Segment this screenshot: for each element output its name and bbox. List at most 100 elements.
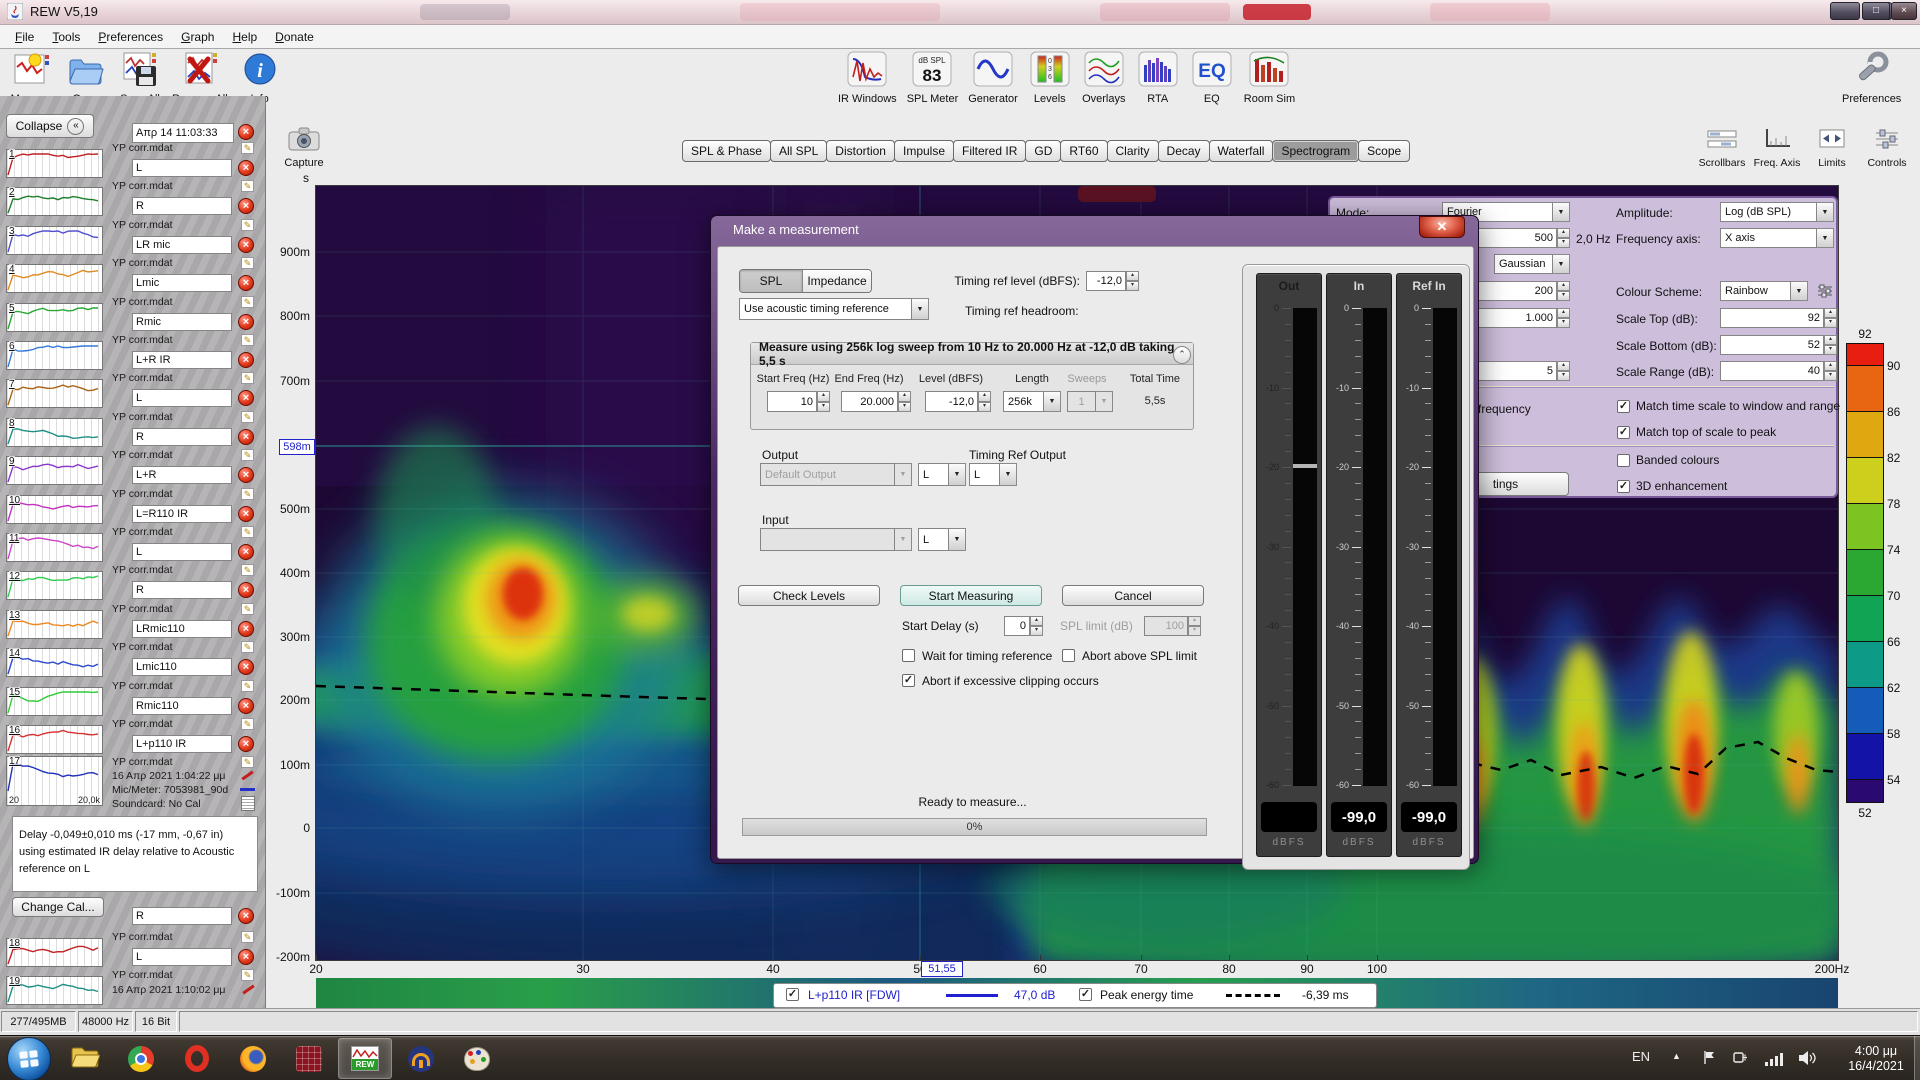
titlebar[interactable]: REW V5,19 – □ × [0, 0, 1920, 25]
timing-ref-output-channel-dropdown[interactable]: L▼ [969, 463, 1017, 486]
tab-gd[interactable]: GD [1025, 140, 1061, 162]
change-cal-button[interactable]: Change Cal... [12, 897, 104, 917]
scale-range-spinner[interactable]: ▴▾ [1824, 361, 1837, 381]
tab-filtered-ir[interactable]: Filtered IR [953, 140, 1026, 162]
measurement-name-field[interactable]: R [132, 428, 232, 446]
measurement-thumbnail[interactable]: 19 [6, 976, 103, 1005]
window-dropdown[interactable]: Gaussian▼ [1494, 254, 1570, 274]
delete-measurement-button[interactable]: × [238, 467, 254, 483]
menu-graph[interactable]: Graph [174, 28, 221, 46]
measurement-thumbnail[interactable]: 16 [6, 725, 103, 754]
taskbar-app-chrome[interactable] [114, 1038, 168, 1079]
edit-notes-icon[interactable]: ✎ [241, 756, 254, 768]
edit-notes-icon[interactable]: ✎ [241, 296, 254, 308]
edit-notes-icon[interactable]: ✎ [241, 411, 254, 423]
start-delay-field[interactable]: 0 [1004, 616, 1030, 636]
delete-measurement-button[interactable]: × [238, 124, 254, 140]
timing-ref-level-spinner[interactable]: ▴▾ [1126, 271, 1139, 291]
abort-clipping-checkbox[interactable] [902, 674, 915, 687]
measurement-name-field[interactable]: L [132, 948, 232, 966]
cancel-button[interactable]: Cancel [1062, 585, 1204, 606]
graph-button-controls[interactable]: Controls [1863, 127, 1911, 169]
edit-notes-icon[interactable]: ✎ [241, 969, 254, 981]
scale-top-field[interactable]: 92 [1720, 308, 1824, 328]
tab-waterfall[interactable]: Waterfall [1209, 140, 1274, 162]
edit-notes-icon[interactable]: ✎ [241, 641, 254, 653]
taskbar-app-firefox[interactable] [226, 1038, 280, 1079]
start-freq-field[interactable]: 10 [767, 391, 817, 412]
measurement-name-field[interactable]: L [132, 159, 232, 177]
delete-measurement-button[interactable]: × [238, 621, 254, 637]
scale-top-spinner[interactable]: ▴▾ [1824, 308, 1837, 328]
panel-checkbox-banded-colours[interactable] [1617, 454, 1630, 467]
measurement-thumbnail[interactable]: 5 [6, 303, 103, 332]
delete-measurement-button[interactable]: × [238, 429, 254, 445]
delete-measurement-button[interactable]: × [238, 506, 254, 522]
amplitude-dropdown[interactable]: Log (dB SPL)▼ [1720, 202, 1834, 222]
edit-notes-icon[interactable]: ✎ [241, 526, 254, 538]
taskbar-app-explorer[interactable] [58, 1038, 112, 1079]
tab-impulse[interactable]: Impulse [894, 140, 954, 162]
length-dropdown[interactable]: 256k▼ [1003, 391, 1061, 412]
wait-timing-checkbox[interactable] [902, 649, 915, 662]
fft-length-spinner[interactable]: ▴▾ [1557, 228, 1570, 248]
measurement-thumbnail[interactable]: 14 [6, 648, 103, 677]
delete-measurement-button[interactable]: × [238, 582, 254, 598]
collapse-chevron-icon[interactable]: ⌃ [1173, 346, 1191, 364]
measurement-thumbnail[interactable]: 12 [6, 571, 103, 600]
edit-notes-icon[interactable]: ✎ [241, 718, 254, 730]
measurement-thumbnail[interactable]: 15 [6, 687, 103, 716]
measurement-name-field[interactable]: L+R IR [132, 351, 232, 369]
taskbar-app-paint[interactable] [450, 1038, 504, 1079]
measurement-name-field[interactable]: Rmic110 [132, 697, 232, 715]
tab-spl[interactable]: SPL [740, 270, 802, 292]
show-desktop-button[interactable] [1914, 1036, 1920, 1080]
taskbar-app-rew[interactable]: REW [338, 1038, 392, 1079]
measurement-name-field[interactable]: R [132, 907, 232, 925]
measurement-thumbnail[interactable]: 6 [6, 341, 103, 370]
points-spinner[interactable]: ▴▾ [1557, 308, 1570, 328]
delete-measurement-button[interactable]: × [238, 237, 254, 253]
level-field[interactable]: -12,0 [925, 391, 978, 412]
measurement-name-field[interactable]: R [132, 197, 232, 215]
measurement-name-field[interactable]: Lmic110 [132, 658, 232, 676]
tab-scope[interactable]: Scope [1358, 140, 1410, 162]
taskbar-app-audacity[interactable] [394, 1038, 448, 1079]
tab-all-spl[interactable]: All SPL [770, 140, 827, 162]
scale-bottom-field[interactable]: 52 [1720, 335, 1824, 355]
trace-line-icon[interactable] [240, 788, 255, 791]
measurement-thumbnail[interactable]: 11 [6, 533, 103, 562]
start-measuring-button[interactable]: Start Measuring [900, 585, 1042, 606]
toolbar-generator[interactable]: Generator [968, 51, 1018, 105]
measurement-name-field[interactable]: L+p110 IR [132, 735, 232, 753]
delete-measurement-button[interactable]: × [238, 160, 254, 176]
input-channel-dropdown[interactable]: L▼ [918, 528, 966, 551]
peak-energy-checkbox[interactable] [1079, 988, 1092, 1001]
trace-colour-pencil-icon[interactable] [242, 985, 254, 995]
delete-measurement-button[interactable]: × [238, 275, 254, 291]
tray-expand-icon[interactable]: ▲ [1672, 1051, 1681, 1061]
measurement-name-field[interactable]: Lmic [132, 274, 232, 292]
action-center-flag-icon[interactable] [1702, 1050, 1717, 1070]
tab-clarity[interactable]: Clarity [1107, 140, 1159, 162]
measurement-name-field[interactable]: LRmic110 [132, 620, 232, 638]
notes-page-icon[interactable] [241, 796, 255, 811]
sliders-icon[interactable] [1816, 283, 1834, 304]
edit-notes-icon[interactable]: ✎ [241, 180, 254, 192]
dialog-close-button[interactable]: ✕ [1419, 216, 1465, 238]
toolbar-preferences[interactable]: Preferences [1842, 51, 1901, 105]
toolbar-eq[interactable]: EQEQ [1190, 51, 1234, 105]
trace-visibility-checkbox[interactable] [786, 988, 799, 1001]
toolbar-ir-windows[interactable]: IR Windows [838, 51, 897, 105]
delete-measurement-button[interactable]: × [238, 908, 254, 924]
edit-notes-icon[interactable]: ✎ [241, 680, 254, 692]
start-button[interactable] [7, 1037, 51, 1080]
end-freq-field[interactable]: 20.000 [841, 391, 898, 412]
measurement-thumbnail[interactable]: 1 [6, 149, 103, 178]
output-channel-dropdown[interactable]: L▼ [918, 463, 966, 486]
panel-checkbox-match-top-of-scale-to-peak[interactable] [1617, 426, 1630, 439]
delete-measurement-button[interactable]: × [238, 659, 254, 675]
tab-spectrogram[interactable]: Spectrogram [1272, 140, 1359, 162]
measurement-thumbnail[interactable]: 7 [6, 379, 103, 408]
panel-checkbox-3d-enhancement[interactable] [1617, 480, 1630, 493]
